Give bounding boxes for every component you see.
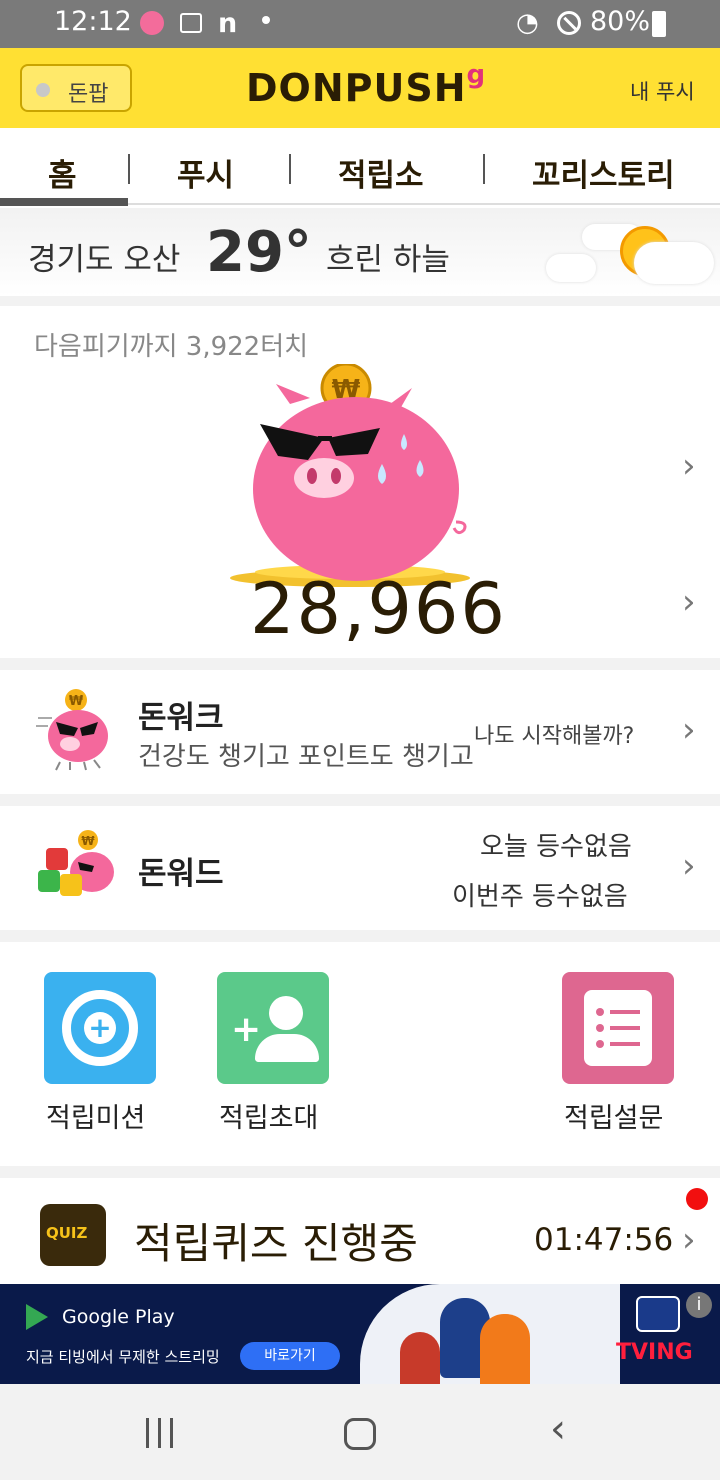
quiz-badge: QUIZ [46,1224,88,1242]
piggy-bank-icon: ₩ [230,364,470,587]
chevron-right-icon[interactable]: › [682,846,696,886]
donwalk-subtitle: 건강도 챙기고 포인트도 챙기고 [138,742,474,772]
quiz-puzzle-icon: QUIZ [40,1204,106,1266]
main-tabs: 홈 푸시 적립소 꼬리스토리 [0,128,720,208]
app-logo: DONPUSHg [246,60,486,110]
recent-apps-icon[interactable] [144,1418,176,1448]
wifi-icon: ◔ [516,8,539,38]
status-time: 12:12 [54,6,132,37]
tab-earn[interactable]: 적립소 [338,150,424,195]
donpop-button[interactable]: 돈팝 [20,64,132,112]
ad-cta-button[interactable]: 바로가기 [240,1342,340,1370]
app-header: 돈팝 DONPUSHg 내 푸시 [0,48,720,128]
donword-title: 돈워드 [138,856,224,892]
active-tab-indicator [0,198,128,206]
tab-home[interactable]: 홈 [48,150,77,195]
mission-label: 적립미션 [46,1103,146,1134]
ad-info-icon[interactable]: i [686,1292,712,1318]
chevron-right-icon[interactable]: › [682,582,696,622]
weather-bar[interactable]: 경기도 오산 29° 흐린 하늘 [0,210,720,296]
donwalk-pig-icon: ₩ [36,689,108,771]
weather-condition: 흐린 하늘 [326,242,450,278]
new-badge-dot [686,1188,708,1210]
logo-mark: g [466,60,487,90]
image-notification-icon [180,13,202,33]
survey-button[interactable]: 적립설문 [562,972,702,1142]
logo-text: DONPUSH [246,66,467,110]
pig-notification-icon [140,11,164,35]
battery-icon [652,11,666,37]
donwalk-row[interactable]: ₩ 돈워크 건강도 챙기고 포인트도 챙기고 나도 시작해볼까? › [0,670,720,794]
donword-pig-icon: ₩ [38,830,114,896]
chevron-right-icon[interactable]: › [682,710,696,750]
ad-store-name: Google Play [62,1306,175,1328]
survey-label: 적립설문 [564,1103,664,1134]
donword-row[interactable]: ₩ 돈워드 오늘 등수없음 이번주 등수없음 › [0,806,720,930]
status-bar: 12:12 n ◔ 80% [0,0,720,48]
ad-brand: TVING [616,1340,693,1365]
quick-actions: + 적립미션 + 적립초대 적립설문 [0,942,720,1166]
mission-icon: + [44,972,156,1084]
add-user-icon: + [217,972,329,1084]
my-push-link[interactable]: 내 푸시 [630,76,695,106]
piggy-bank-card[interactable]: 다음피기까지 3,922터치 ₩ 28,966 › › [0,306,720,658]
tab-divider [483,154,485,184]
donword-week-rank: 이번주 등수없음 [452,882,628,912]
back-icon[interactable]: ‹ [550,1406,566,1452]
donpop-label: 돈팝 [68,82,109,107]
points-balance: 28,966 [250,568,507,650]
quiz-timer: 01:47:56 [534,1222,674,1258]
donwalk-cta: 나도 시작해볼까? [474,724,635,749]
invite-label: 적립초대 [219,1103,319,1134]
invite-button[interactable]: + 적립초대 [217,972,357,1142]
weather-temperature: 29° [206,220,312,285]
tab-divider [289,154,291,184]
ad-banner[interactable]: Google Play 지금 티빙에서 무제한 스트리밍 바로가기 TVING … [0,1284,720,1384]
ad-players-image [360,1284,620,1384]
google-play-icon [26,1304,48,1330]
donword-today-rank: 오늘 등수없음 [480,832,632,862]
quiz-row[interactable]: QUIZ 적립퀴즈 진행중 01:47:56 › [0,1178,720,1284]
svg-text:₩: ₩ [81,834,95,848]
system-nav-bar: ‹ [0,1384,720,1480]
quiz-title: 적립퀴즈 진행중 [134,1219,418,1268]
tab-divider [128,154,130,184]
tab-push[interactable]: 푸시 [177,150,234,195]
more-notifications-icon [262,16,270,24]
naver-notification-icon: n [218,8,238,39]
chevron-right-icon[interactable]: › [682,1220,696,1260]
weather-location: 경기도 오산 [28,242,181,278]
tab-bottom-line [128,203,720,205]
ad-text: 지금 티빙에서 무제한 스트리밍 [26,1348,220,1366]
next-piggy-label: 다음피기까지 3,922터치 [34,332,309,362]
donwalk-title: 돈워크 [138,700,224,736]
chevron-right-icon[interactable]: › [682,446,696,486]
sponsor-logo [636,1296,680,1332]
battery-percent: 80% [590,6,651,37]
home-icon[interactable] [344,1418,376,1450]
do-not-disturb-icon [557,11,581,35]
toggle-dot-icon [36,83,50,97]
svg-text:₩: ₩ [69,694,84,709]
partly-cloudy-icon [546,216,720,292]
tab-story[interactable]: 꼬리스토리 [532,150,675,195]
survey-list-icon [562,972,674,1084]
mission-button[interactable]: + 적립미션 [44,972,184,1142]
